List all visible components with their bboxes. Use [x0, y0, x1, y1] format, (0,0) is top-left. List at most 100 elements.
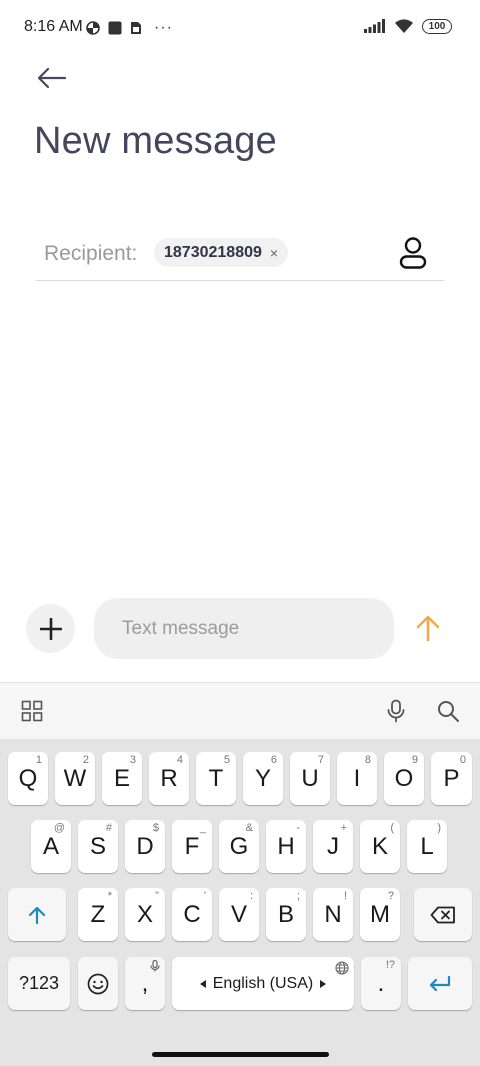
key-l[interactable]: ) L	[407, 820, 447, 873]
keyboard: 1Q 2W 3E 4R 5T 6Y 7U 8I 9O 0P @ A # S $ D _…	[0, 739, 480, 1046]
key-c[interactable]: ' C	[172, 888, 212, 941]
key-hint: 9	[411, 754, 418, 766]
key-label: ,	[141, 969, 149, 997]
key-hint: 2	[82, 754, 89, 766]
sim-card-icon	[131, 22, 141, 34]
caret-right-icon	[320, 979, 327, 988]
key-hint: 0	[459, 754, 466, 766]
symbols-key[interactable]: ?123	[8, 957, 70, 1010]
voice-input-button[interactable]	[382, 697, 410, 725]
key-o[interactable]: 9O	[384, 752, 424, 805]
key-p[interactable]: 0P	[431, 752, 472, 805]
comma-key[interactable]: ,	[125, 957, 165, 1010]
key-label: J	[327, 832, 339, 860]
key-hint: 3	[129, 754, 136, 766]
key-hint: "	[155, 890, 159, 902]
key-label: X	[136, 900, 153, 928]
key-n[interactable]: ! N	[313, 888, 353, 941]
key-label: B	[277, 900, 294, 928]
key-e[interactable]: 3E	[102, 752, 142, 805]
key-k[interactable]: (K	[360, 820, 400, 873]
key-hint: '	[203, 890, 206, 902]
key-label: S	[89, 832, 106, 860]
key-q[interactable]: 1Q	[8, 752, 48, 805]
more-notifications-dots: ···	[154, 19, 173, 36]
key-label: Q	[18, 764, 38, 792]
key-m[interactable]: ? M	[360, 888, 400, 941]
key-hint: !?	[385, 959, 395, 971]
period-key[interactable]: !? .	[361, 957, 401, 1010]
key-hint: )	[437, 822, 441, 834]
key-j[interactable]: + J	[313, 820, 353, 873]
key-hint: (	[390, 822, 394, 834]
grid-icon	[21, 700, 43, 722]
key-f[interactable]: _ F	[172, 820, 212, 873]
recipient-row: Recipient: 18730218809 ×	[36, 228, 444, 281]
key-v[interactable]: :V	[219, 888, 259, 941]
recipient-chip[interactable]: 18730218809 ×	[154, 238, 289, 267]
back-arrow-icon	[37, 67, 67, 89]
recipient-chip-number: 18730218809	[164, 243, 262, 261]
enter-key[interactable]	[408, 957, 472, 1010]
key-label: F	[184, 832, 200, 860]
key-y[interactable]: 6Y	[243, 752, 283, 805]
key-i[interactable]: 8I	[337, 752, 377, 805]
mic-hint-icon	[150, 960, 160, 972]
keyboard-search-button[interactable]	[434, 697, 462, 725]
key-s[interactable]: # S	[78, 820, 118, 873]
shift-arrow-icon	[28, 906, 46, 924]
key-x[interactable]: " X	[125, 888, 165, 941]
key-r[interactable]: 4R	[149, 752, 189, 805]
shift-key[interactable]	[8, 888, 66, 941]
key-hint: 8	[364, 754, 371, 766]
key-w[interactable]: 2W	[55, 752, 95, 805]
key-hint: ;	[296, 890, 300, 902]
key-z[interactable]: * Z	[78, 888, 118, 941]
emoji-key[interactable]	[78, 957, 118, 1010]
backspace-icon	[430, 906, 455, 923]
key-label: A	[42, 832, 59, 860]
key-label: I	[353, 764, 361, 792]
key-b[interactable]: ; B	[266, 888, 306, 941]
space-language-label: English (USA)	[212, 974, 314, 992]
key-hint: #	[105, 822, 112, 834]
space-key[interactable]: English (USA)	[172, 957, 354, 1010]
remove-recipient-button[interactable]: ×	[270, 245, 278, 261]
home-indicator[interactable]	[152, 1052, 329, 1057]
signal-icon	[364, 19, 385, 33]
key-u[interactable]: 7U	[290, 752, 330, 805]
recipient-label: Recipient:	[44, 242, 138, 265]
key-t[interactable]: 5T	[196, 752, 236, 805]
key-label: V	[230, 900, 247, 928]
key-label: K	[371, 832, 388, 860]
key-hint: &	[245, 822, 253, 834]
page-title: New message	[34, 120, 277, 162]
key-hint: 6	[270, 754, 277, 766]
key-label: .	[377, 969, 385, 997]
contact-person-icon	[399, 237, 427, 269]
attach-button[interactable]	[26, 604, 75, 653]
globe-icon	[335, 961, 349, 975]
message-input[interactable]	[94, 598, 394, 659]
key-label: R	[160, 764, 178, 792]
key-h[interactable]: -H	[266, 820, 306, 873]
key-label: T	[208, 764, 224, 792]
key-d[interactable]: $ D	[125, 820, 165, 873]
key-g[interactable]: & G	[219, 820, 259, 873]
key-a[interactable]: @ A	[31, 820, 71, 873]
key-hint: $	[152, 822, 159, 834]
key-label: Z	[90, 900, 106, 928]
key-label: D	[136, 832, 154, 860]
key-hint: *	[107, 890, 112, 902]
battery-level: 100	[428, 20, 446, 32]
send-button[interactable]	[410, 610, 446, 646]
backspace-key[interactable]	[414, 888, 472, 941]
key-label: C	[183, 900, 201, 928]
back-button[interactable]	[34, 62, 70, 94]
key-hint: 1	[35, 754, 42, 766]
key-hint: 5	[223, 754, 230, 766]
keyboard-apps-button[interactable]	[18, 697, 46, 725]
status-system-icons: 100	[364, 18, 452, 34]
add-contact-button[interactable]	[398, 236, 428, 270]
key-hint: ?	[387, 890, 394, 902]
